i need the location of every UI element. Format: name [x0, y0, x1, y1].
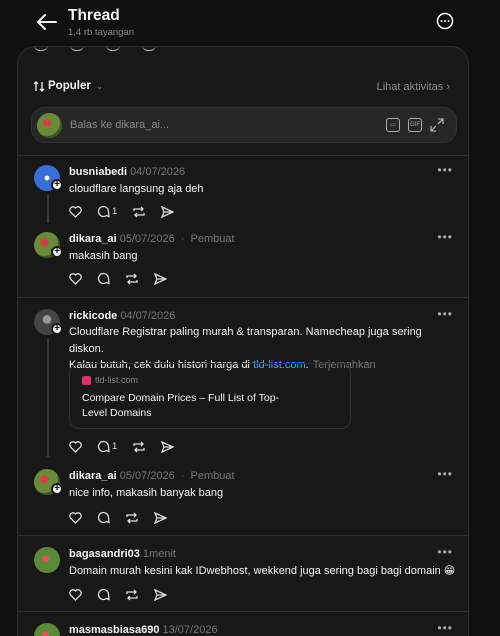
chevron-down-icon: ⌄	[95, 80, 104, 91]
more-dots-icon[interactable]: •••	[437, 545, 453, 559]
avatar[interactable]	[34, 547, 60, 573]
follow-plus-icon[interactable]: +	[51, 246, 63, 258]
timestamp: 1menit	[142, 548, 176, 560]
site-favicon-icon	[82, 375, 91, 385]
heart-icon[interactable]	[69, 511, 82, 524]
timestamp: 04/07/2026	[130, 166, 186, 178]
timestamp: 05/07/2026	[119, 470, 175, 482]
more-dots-icon[interactable]: •••	[437, 621, 453, 635]
comment-text: nice info, makasih banyak bang	[69, 487, 224, 499]
comment-text: cloudflare langsung aja deh	[69, 183, 204, 195]
action-bar	[69, 588, 167, 601]
comment-icon[interactable]	[70, 47, 84, 51]
timestamp: 13/07/2026	[162, 624, 218, 636]
reply-count: 1	[112, 206, 118, 217]
main-post-actions	[34, 47, 156, 51]
comment-text: makasih bang	[69, 250, 138, 262]
more-dots-icon[interactable]: •••	[437, 163, 453, 177]
reply-count: 1	[112, 441, 118, 452]
heart-icon[interactable]	[69, 588, 82, 601]
action-bar: 1	[69, 205, 175, 218]
comment-icon[interactable]	[97, 272, 110, 285]
thread-line	[47, 339, 49, 457]
avatar	[37, 113, 62, 138]
repost-icon[interactable]	[132, 206, 146, 218]
more-dots-icon[interactable]: •••	[437, 307, 453, 321]
timestamp: 04/07/2026	[120, 310, 176, 322]
reply-placeholder: Balas ke dikara_ai...	[70, 119, 170, 131]
share-icon[interactable]	[154, 511, 167, 524]
comment-icon[interactable]: 1	[97, 440, 117, 453]
gif-icon[interactable]: GIF	[408, 118, 422, 132]
username[interactable]: bagasandri03	[69, 548, 140, 560]
username[interactable]: dikara_ai	[69, 233, 117, 245]
username[interactable]: busniabedi	[69, 166, 127, 178]
repost-icon[interactable]	[125, 273, 139, 285]
thread-line	[47, 195, 49, 223]
heart-icon[interactable]	[69, 205, 82, 218]
repost-icon[interactable]	[125, 512, 139, 524]
divider	[18, 155, 468, 156]
timestamp: 05/07/2026	[119, 233, 175, 245]
page-title: Thread	[68, 7, 120, 24]
action-bar	[69, 511, 167, 524]
repost-icon[interactable]	[125, 589, 139, 601]
more-circle-icon[interactable]	[436, 12, 454, 30]
share-icon[interactable]	[161, 440, 175, 453]
more-dots-icon[interactable]: •••	[437, 230, 453, 244]
share-icon[interactable]	[154, 272, 167, 285]
follow-plus-icon[interactable]: +	[51, 179, 63, 191]
back-arrow-icon[interactable]	[36, 12, 58, 32]
comment-icon[interactable]	[97, 511, 110, 524]
link-domain: tld-list.com	[95, 375, 139, 385]
comment-icon[interactable]	[97, 588, 110, 601]
expand-icon[interactable]	[430, 118, 444, 132]
author-badge: Pembuat	[190, 470, 235, 482]
thread-card: Populer ⌄ Lihat aktivitas › Balas ke dik…	[17, 46, 469, 636]
image-icon[interactable]: ▭	[386, 118, 400, 132]
view-activity-link[interactable]: Lihat aktivitas ›	[377, 81, 450, 93]
action-bar	[69, 272, 167, 285]
link-title: Compare Domain Prices – Full List of Top…	[82, 392, 280, 419]
heart-icon[interactable]	[34, 47, 48, 51]
avatar[interactable]	[34, 623, 60, 636]
comment-text: Domain murah kesini kak IDwebhost, wekke…	[69, 565, 456, 577]
username[interactable]: masmasbiasa690	[69, 624, 160, 636]
share-icon[interactable]	[154, 588, 167, 601]
follow-plus-icon[interactable]: +	[51, 323, 63, 335]
view-count: 1,4 rb tayangan	[68, 27, 135, 38]
top-bar: Thread 1,4 rb tayangan	[0, 0, 500, 46]
more-dots-icon[interactable]: •••	[437, 467, 453, 481]
author-badge: Pembuat	[190, 233, 235, 245]
username[interactable]: dikara_ai	[69, 470, 117, 482]
reply-input[interactable]: Balas ke dikara_ai... ▭ GIF	[31, 107, 457, 143]
share-icon[interactable]	[142, 47, 156, 51]
link-preview-card[interactable]: tld-list.com Compare Domain Prices – Ful…	[69, 363, 351, 429]
sort-icon	[33, 80, 45, 92]
sort-label: Populer	[48, 80, 91, 92]
divider	[18, 535, 468, 536]
divider	[18, 611, 468, 612]
username[interactable]: rickicode	[69, 310, 117, 322]
repost-icon[interactable]	[106, 47, 120, 51]
repost-icon[interactable]	[132, 441, 146, 453]
divider	[18, 297, 468, 298]
heart-icon[interactable]	[69, 272, 82, 285]
share-icon[interactable]	[161, 205, 175, 218]
comment-icon[interactable]: 1	[97, 205, 117, 218]
action-bar: 1	[69, 440, 175, 453]
heart-icon[interactable]	[69, 440, 82, 453]
follow-plus-icon[interactable]: +	[51, 483, 63, 495]
sort-dropdown[interactable]: Populer ⌄	[33, 80, 103, 92]
